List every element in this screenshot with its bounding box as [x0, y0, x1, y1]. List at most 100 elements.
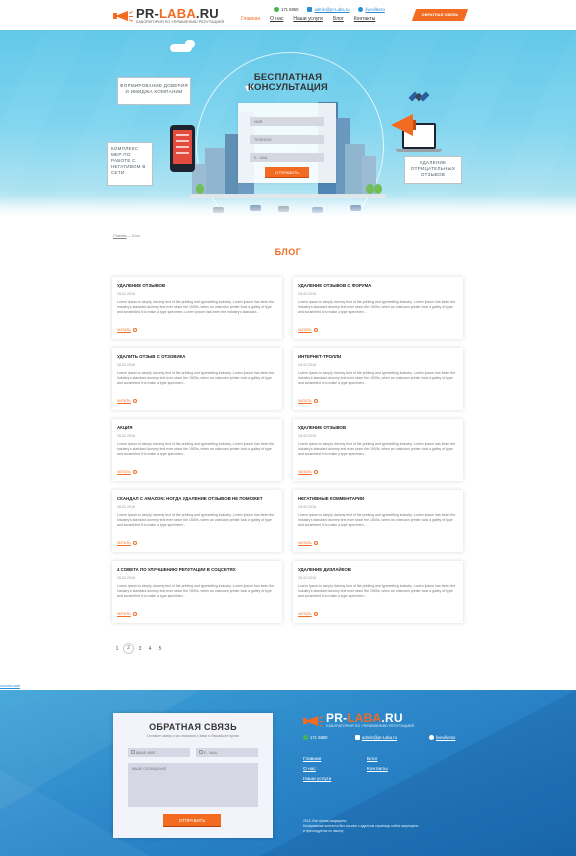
footer-logo[interactable]: PR-LABA.RU ЛАБОРАТОРИЯ ПО УПРАВЛЕНИЮ РЕП…: [303, 712, 414, 729]
arrow-right-icon: [313, 399, 318, 403]
post-title[interactable]: УДАЛИТЬ ОТЗЫВ С ОТЗОВИКА: [117, 354, 278, 359]
post-excerpt: Lorem Ipsum is simply dummy text of the …: [298, 584, 456, 599]
hero-submit-button[interactable]: ОТПРАВИТЬ: [265, 167, 309, 177]
arrow-right-icon: [132, 612, 137, 616]
breadcrumb-home[interactable]: Главная: [113, 234, 127, 238]
feedback-email-input[interactable]: [196, 748, 258, 757]
arrow-right-icon: [132, 470, 137, 474]
feedback-form: ОБРАТНАЯ СВЯЗЬ Оставьте заявку и мы свяж…: [113, 713, 273, 838]
mail-icon: [355, 735, 360, 740]
post-title[interactable]: ИНТЕРНЕТ-ТРОЛЛИ: [298, 354, 459, 359]
nav-about[interactable]: О нас: [270, 16, 283, 22]
read-more-link[interactable]: ЧИТАТЬ: [298, 470, 318, 474]
read-more-link[interactable]: ЧИТАТЬ: [298, 612, 318, 616]
smartphone-icon: [170, 125, 195, 172]
read-more-link[interactable]: ЧИТАТЬ: [117, 399, 137, 403]
page-link[interactable]: 4: [146, 646, 154, 652]
hero-title: БЕСПЛАТНАЯ КОНСУЛЬТАЦИЯ: [248, 72, 328, 93]
logo-text: PR-LABA.RU: [136, 6, 219, 21]
post-title[interactable]: УДАЛЕНИЕ ДИЗЛАЙКОВ: [298, 567, 459, 572]
post-date: 28.02.2016: [117, 363, 135, 367]
post-excerpt: Lorem Ipsum is simply dummy text of the …: [298, 513, 456, 528]
post-excerpt: Lorem Ipsum is simply dummy text of the …: [117, 584, 275, 599]
post-date: 28.02.2016: [117, 576, 135, 580]
header-email[interactable]: admin@pr-Laba.ru: [307, 7, 349, 12]
page-link[interactable]: 5: [156, 646, 164, 652]
page-link[interactable]: 1: [113, 646, 121, 652]
hero-email-input[interactable]: [250, 153, 324, 162]
footer-email[interactable]: admin@pr-Laba.ru: [355, 735, 397, 740]
post-title[interactable]: УДАЛЕНИЕ ОТЗЫВОВ С ФОРУМА: [298, 283, 459, 288]
footer-nav-about[interactable]: О нас: [303, 767, 316, 772]
post-title[interactable]: 4 СОВЕТА ПО УЛУЧШЕНИЮ РЕПУТАЦИИ В СОЦСЕТ…: [117, 567, 278, 572]
breadcrumb-separator: —: [127, 234, 132, 238]
post-excerpt: Lorem Ipsum is simply dummy text of the …: [298, 371, 456, 386]
post-title[interactable]: НЕГАТИВНЫЕ КОММЕНТАРИИ: [298, 496, 459, 501]
nav-services[interactable]: Наши услуги: [293, 16, 323, 22]
breadcrumb-current: Блог: [132, 234, 141, 238]
post-title[interactable]: УДАЛЕНИЕ ОТЗЫВОВ: [117, 283, 278, 288]
laptop-base: [396, 149, 442, 152]
footer-copyright: 2016. Все права защищены Копирование кон…: [303, 819, 419, 834]
callback-button[interactable]: ОБРАТНАЯ СВЯЗЬ: [411, 9, 469, 21]
footer-nav-blog[interactable]: Блог: [367, 757, 377, 762]
read-more-link[interactable]: ЧИТАТЬ: [117, 612, 137, 616]
footer-nav-home[interactable]: Главная: [303, 757, 321, 762]
read-more-link[interactable]: ЧИТАТЬ: [298, 328, 318, 332]
pagination: 1 2 3 4 5: [113, 643, 164, 654]
header-phone: 171 5850: [274, 7, 298, 12]
megaphone-icon: [303, 714, 324, 728]
post-date: 28.02.2016: [117, 292, 135, 296]
page-link[interactable]: 3: [136, 646, 144, 652]
hero-phone-input[interactable]: [250, 135, 324, 144]
footer-skype[interactable]: livevillerso: [429, 735, 455, 740]
nav-home[interactable]: Главная: [241, 16, 260, 22]
main-nav: Главная О нас Наши услуги Блог Контакты: [241, 16, 375, 22]
read-more-link[interactable]: ЧИТАТЬ: [298, 541, 318, 545]
feedback-name-input[interactable]: [128, 748, 190, 757]
logo[interactable]: PR-LABA.RU ЛАБОРАТОРИЯ ПО УПРАВЛЕНИЮ РЕП…: [113, 7, 224, 25]
post-title[interactable]: УДАЛЕНИЕ ОТЗЫВОВ: [298, 425, 459, 430]
post-title[interactable]: АКЦИЯ: [117, 425, 278, 430]
page-link-current[interactable]: 2: [123, 643, 134, 654]
blog-card: УДАЛЕНИЕ ДИЗЛАЙКОВ 28.02.2016 Lorem Ipsu…: [293, 561, 463, 623]
read-more-link[interactable]: ЧИТАТЬ: [117, 328, 137, 332]
post-excerpt: Lorem Ipsum is simply dummy text of the …: [298, 442, 456, 457]
footer-phone: 171 5850: [303, 735, 327, 740]
bubble-trust: ФОРМИРОВАНИЕ ДОВЕРИЯ И ИМИДЖА КОМПАНИИ: [117, 77, 191, 105]
blog-card: 4 СОВЕТА ПО УЛУЧШЕНИЮ РЕПУТАЦИИ В СОЦСЕТ…: [112, 561, 282, 623]
page-title: БЛОГ: [274, 247, 302, 257]
post-title[interactable]: СКАНДАЛ С AMAZON: НОГДА УДАЛЕНИЕ ОТЗЫВОВ…: [117, 496, 278, 501]
skype-icon: [429, 735, 434, 740]
nav-contacts[interactable]: Контакты: [354, 16, 376, 22]
feedback-submit-button[interactable]: ОТПРАВИТЬ: [163, 814, 221, 826]
arrow-right-icon: [132, 541, 137, 545]
hero-name-input[interactable]: [250, 117, 324, 126]
post-date: 28.02.2016: [117, 505, 135, 509]
footer-nav-services[interactable]: Наши услуги: [303, 777, 331, 782]
mail-icon: [307, 7, 313, 12]
read-more-link[interactable]: ЧИТАТЬ: [117, 541, 137, 545]
post-date: 28.02.2016: [298, 505, 316, 509]
blog-card: УДАЛИТЬ ОТЗЫВ С ОТЗОВИКА 28.02.2016 Lore…: [112, 348, 282, 410]
footer-logo-text: PR-LABA.RU: [326, 711, 403, 725]
read-more-link[interactable]: ЧИТАТЬ: [298, 399, 318, 403]
feedback-message-input[interactable]: [128, 763, 258, 807]
footer-nav-contacts[interactable]: Контакты: [367, 767, 388, 772]
blog-card: УДАЛЕНИЕ ОТЗЫВОВ С ФОРУМА 28.02.2016 Lor…: [293, 277, 463, 339]
blog-card: СКАНДАЛ С AMAZON: НОГДА УДАЛЕНИЕ ОТЗЫВОВ…: [112, 490, 282, 552]
header-contacts: 171 5850 admin@pr-Laba.ru livevillerso: [274, 7, 385, 12]
megaphone-icon: [391, 114, 413, 136]
status-link[interactable]: success.wait: [0, 684, 20, 688]
bubble-negative: КОМПЛЕКС МЕР ПО РАБОТЕ С НЕГАТИВОМ В СЕТ…: [107, 142, 153, 186]
post-date: 28.02.2016: [298, 363, 316, 367]
nav-blog[interactable]: Блог: [333, 16, 344, 22]
user-icon: [131, 750, 135, 754]
header: PR-LABA.RU ЛАБОРАТОРИЯ ПО УПРАВЛЕНИЮ РЕП…: [0, 0, 576, 30]
read-more-link[interactable]: ЧИТАТЬ: [117, 470, 137, 474]
phone-icon: [303, 735, 308, 740]
footer: ОБРАТНАЯ СВЯЗЬ Оставьте заявку и мы свяж…: [0, 690, 576, 856]
header-skype[interactable]: livevillerso: [358, 7, 385, 12]
blog-card: УДАЛЕНИЕ ОТЗЫВОВ 28.02.2016 Lorem Ipsum …: [293, 419, 463, 481]
post-excerpt: Lorem Ipsum is simply dummy text of the …: [298, 300, 456, 315]
